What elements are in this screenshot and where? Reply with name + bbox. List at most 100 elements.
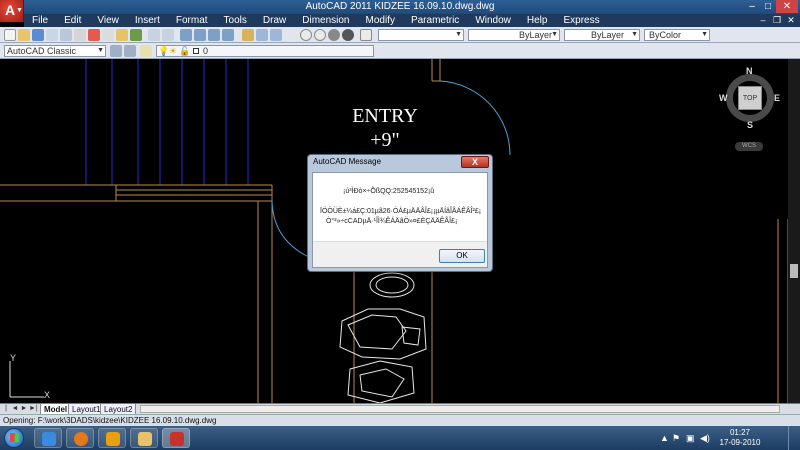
taskbar: ▲ ⚑ ▣ ◀) 01:27 17-09-2010 — [0, 426, 800, 450]
pan-icon[interactable] — [180, 29, 192, 41]
minimize-button[interactable]: – — [744, 0, 760, 13]
dialog-close-button[interactable]: X — [461, 156, 489, 168]
zoom-previous-icon[interactable] — [222, 29, 234, 41]
visual-style-realistic-icon[interactable] — [342, 29, 354, 41]
customize-icon[interactable] — [124, 45, 136, 57]
compass-east[interactable]: E — [774, 93, 780, 103]
zoom-window-icon[interactable] — [208, 29, 220, 41]
status-bar: Opening: F:\work\3DADS\kidzee\KIDZEE 16.… — [0, 414, 800, 426]
menu-format[interactable]: Format — [168, 14, 216, 27]
publish-icon[interactable] — [74, 29, 86, 41]
menu-bar: File Edit View Insert Format Tools Draw … — [24, 14, 800, 27]
menu-insert[interactable]: Insert — [127, 14, 168, 27]
dialog-message-line-3: Ò°²»÷cCADµÄ·¹ÎÌ¾ÊÁÄãÖ»¤£ÈÇÄÄÊÂÎ£¡ — [326, 218, 458, 225]
zoom-realtime-icon[interactable] — [194, 29, 206, 41]
menu-file[interactable]: File — [24, 14, 56, 27]
visual-style-hidden-icon[interactable] — [328, 29, 340, 41]
match-properties-icon[interactable] — [130, 29, 142, 41]
network-icon[interactable]: ▣ — [686, 433, 695, 444]
doc-minimize-button[interactable]: – — [756, 14, 770, 27]
redo-icon[interactable] — [162, 29, 174, 41]
entry-label: ENTRY +9" — [340, 104, 430, 152]
last-tab-button[interactable]: ►| — [29, 404, 38, 414]
undo-icon[interactable] — [148, 29, 160, 41]
linetype-combo[interactable]: ByLayer ▼ — [468, 29, 560, 41]
compass-west[interactable]: W — [719, 93, 728, 103]
window-title: AutoCAD 2011 KIDZEE 16.09.10.dwg.dwg — [305, 1, 495, 12]
color-combo[interactable]: ByColor ▼ — [644, 29, 710, 41]
maximize-button[interactable]: □ — [760, 0, 776, 13]
lineweight-combo[interactable]: ByLayer ▼ — [564, 29, 640, 41]
close-button[interactable]: ✕ — [776, 0, 798, 13]
show-desktop-button[interactable] — [788, 426, 800, 450]
paste-icon[interactable] — [116, 29, 128, 41]
menu-modify[interactable]: Modify — [358, 14, 403, 27]
clock-date: 17-09-2010 — [719, 438, 761, 447]
flag-icon[interactable]: ⚑ — [672, 433, 680, 444]
unlock-icon: 🔓 — [179, 46, 191, 56]
new-icon[interactable] — [4, 29, 16, 41]
layer-properties-icon[interactable] — [140, 45, 152, 57]
menu-view[interactable]: View — [89, 14, 127, 27]
taskbar-explorer[interactable] — [130, 428, 158, 448]
layout-tabs-bar: |◄ ◄ ► ►| Model Layout1 Layout2 — [0, 403, 800, 422]
save-icon[interactable] — [32, 29, 44, 41]
previous-tab-button[interactable]: ◄ — [11, 404, 19, 414]
doc-close-button[interactable]: ✕ — [784, 14, 798, 27]
autocad-message-dialog: AutoCAD Message X ¡ú³ÌÐò×÷ÕßQQ:252545152… — [307, 154, 493, 272]
first-tab-button[interactable]: |◄ — [2, 404, 10, 422]
window-controls: – □ ✕ — [744, 0, 798, 13]
menu-help[interactable]: Help — [519, 14, 556, 27]
menu-dimension[interactable]: Dimension — [294, 14, 357, 27]
visual-style-2d-icon[interactable] — [300, 29, 312, 41]
entry-level-text: +9" — [370, 129, 400, 151]
compass-south[interactable]: S — [747, 120, 753, 130]
tool-palettes-icon[interactable] — [270, 29, 282, 41]
visual-style-3d-icon[interactable] — [314, 29, 326, 41]
menu-draw[interactable]: Draw — [255, 14, 294, 27]
next-tab-button[interactable]: ► — [20, 404, 28, 414]
clock-time: 01:27 — [729, 428, 751, 437]
layer-dropdown[interactable]: 💡 ☀ 🔓 0 — [156, 45, 374, 57]
application-menu-button[interactable]: A ▼ — [0, 0, 24, 22]
horizontal-scrollbar[interactable] — [140, 405, 780, 413]
firefox-icon — [74, 432, 88, 446]
taskbar-ie[interactable] — [34, 428, 62, 448]
menu-express[interactable]: Express — [555, 14, 607, 27]
ok-button[interactable]: OK — [439, 249, 485, 263]
windows-logo-icon — [10, 433, 19, 442]
volume-icon[interactable]: ◀) — [700, 433, 710, 444]
doc-restore-button[interactable]: ❐ — [770, 14, 784, 27]
layer-combo[interactable]: ▼ — [378, 29, 464, 41]
taskbar-media-player[interactable] — [98, 428, 126, 448]
menu-edit[interactable]: Edit — [56, 14, 89, 27]
menu-parametric[interactable]: Parametric — [403, 14, 467, 27]
viewcube-top-face[interactable]: TOP — [738, 86, 762, 110]
copy-icon[interactable] — [102, 29, 114, 41]
system-tray: ▲ ⚑ ▣ ◀) 01:27 17-09-2010 — [660, 426, 800, 450]
wcs-menu[interactable]: WCS — [735, 142, 763, 151]
taskbar-firefox[interactable] — [66, 428, 94, 448]
open-icon[interactable] — [18, 29, 30, 41]
plot-icon[interactable] — [46, 29, 58, 41]
start-button[interactable] — [4, 428, 24, 448]
workspace-combo[interactable]: AutoCAD Classic ▼ — [4, 45, 106, 57]
clock[interactable]: 01:27 17-09-2010 — [710, 428, 770, 448]
taskbar-autocad[interactable] — [162, 428, 190, 448]
properties-icon[interactable] — [242, 29, 254, 41]
cut-icon[interactable] — [88, 29, 100, 41]
scrollbar-thumb[interactable] — [790, 264, 798, 278]
viewcube[interactable]: TOP N S W E — [719, 66, 780, 130]
vertical-scrollbar[interactable] — [788, 59, 800, 403]
layer-color-swatch — [193, 48, 199, 54]
menu-window[interactable]: Window — [467, 14, 519, 27]
menu-tools[interactable]: Tools — [216, 14, 255, 27]
show-hidden-icons[interactable]: ▲ — [660, 433, 669, 443]
layer-icon[interactable] — [360, 29, 372, 41]
compass-north[interactable]: N — [746, 66, 753, 76]
dialog-body: ¡ú³ÌÐò×÷ÕßQQ:252545152¡û ÏÖÖÜÈ±¼á£Ç:01µã… — [312, 172, 488, 268]
workspace-settings-icon[interactable] — [110, 45, 122, 57]
title-bar: AutoCAD 2011 KIDZEE 16.09.10.dwg.dwg – □… — [0, 0, 800, 14]
design-center-icon[interactable] — [256, 29, 268, 41]
plot-preview-icon[interactable] — [60, 29, 72, 41]
